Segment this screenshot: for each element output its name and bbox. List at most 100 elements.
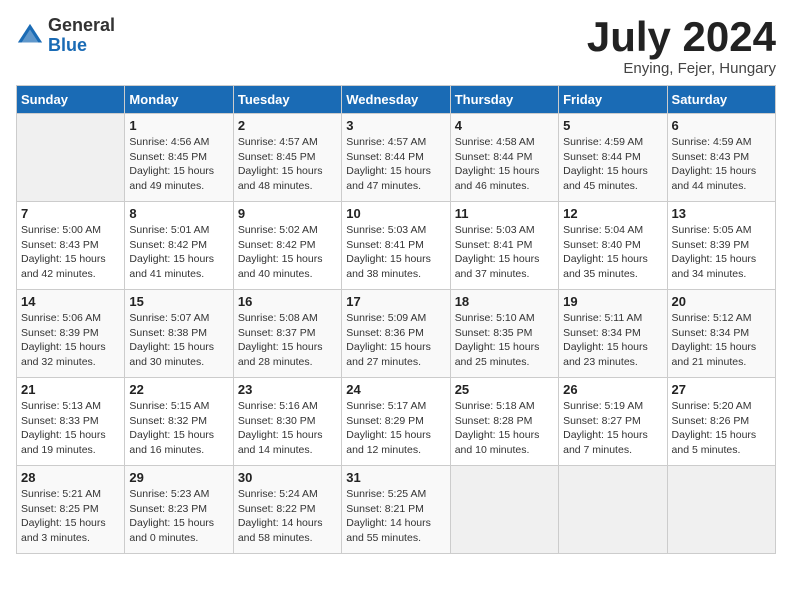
logo-blue: Blue (48, 36, 115, 56)
day-number: 16 (238, 294, 337, 309)
day-number: 29 (129, 470, 228, 485)
day-number: 21 (21, 382, 120, 397)
day-number: 14 (21, 294, 120, 309)
day-cell: 21 Sunrise: 5:13 AMSunset: 8:33 PMDayligh… (17, 378, 125, 466)
calendar-table: SundayMondayTuesdayWednesdayThursdayFrid… (16, 85, 776, 554)
day-number: 4 (455, 118, 554, 133)
day-info: Sunrise: 5:12 AMSunset: 8:34 PMDaylight:… (672, 311, 771, 370)
day-info: Sunrise: 5:01 AMSunset: 8:42 PMDaylight:… (129, 223, 228, 282)
day-info: Sunrise: 5:21 AMSunset: 8:25 PMDaylight:… (21, 487, 120, 546)
day-cell: 16 Sunrise: 5:08 AMSunset: 8:37 PMDayligh… (233, 290, 341, 378)
day-cell: 12Sunrise: 5:04 AMSunset: 8:40 PMDayligh… (559, 202, 667, 290)
day-number: 7 (21, 206, 120, 221)
day-number: 20 (672, 294, 771, 309)
day-cell: 5 Sunrise: 4:59 AMSunset: 8:44 PMDaylight… (559, 114, 667, 202)
day-cell: 20 Sunrise: 5:12 AMSunset: 8:34 PMDayligh… (667, 290, 775, 378)
header-friday: Friday (559, 86, 667, 114)
day-info: Sunrise: 5:03 AMSunset: 8:41 PMDaylight:… (455, 223, 554, 282)
day-number: 8 (129, 206, 228, 221)
day-info: Sunrise: 5:20 AMSunset: 8:26 PMDaylight:… (672, 399, 771, 458)
day-number: 23 (238, 382, 337, 397)
header-wednesday: Wednesday (342, 86, 450, 114)
day-cell: 19Sunrise: 5:11 AMSunset: 8:34 PMDayligh… (559, 290, 667, 378)
day-cell: 22 Sunrise: 5:15 AMSunset: 8:32 PMDayligh… (125, 378, 233, 466)
location: Enying, Fejer, Hungary (587, 60, 776, 77)
day-cell: 10Sunrise: 5:03 AMSunset: 8:41 PMDayligh… (342, 202, 450, 290)
day-cell: 23 Sunrise: 5:16 AMSunset: 8:30 PMDayligh… (233, 378, 341, 466)
day-info: Sunrise: 5:24 AMSunset: 8:22 PMDaylight:… (238, 487, 337, 546)
day-number: 18 (455, 294, 554, 309)
day-cell: 4 Sunrise: 4:58 AMSunset: 8:44 PMDaylight… (450, 114, 558, 202)
day-cell: 13 Sunrise: 5:05 AMSunset: 8:39 PMDayligh… (667, 202, 775, 290)
day-cell: 3 Sunrise: 4:57 AMSunset: 8:44 PMDaylight… (342, 114, 450, 202)
day-number: 12 (563, 206, 662, 221)
header-monday: Monday (125, 86, 233, 114)
week-row-2: 7 Sunrise: 5:00 AMSunset: 8:43 PMDaylight… (17, 202, 776, 290)
day-number: 9 (238, 206, 337, 221)
day-number: 15 (129, 294, 228, 309)
header-saturday: Saturday (667, 86, 775, 114)
day-info: Sunrise: 4:57 AMSunset: 8:44 PMDaylight:… (346, 135, 445, 194)
day-number: 11 (455, 206, 554, 221)
day-cell: 1Sunrise: 4:56 AMSunset: 8:45 PMDaylight… (125, 114, 233, 202)
header-sunday: Sunday (17, 86, 125, 114)
day-info: Sunrise: 5:07 AMSunset: 8:38 PMDaylight:… (129, 311, 228, 370)
calendar-header-row: SundayMondayTuesdayWednesdayThursdayFrid… (17, 86, 776, 114)
day-info: Sunrise: 4:58 AMSunset: 8:44 PMDaylight:… (455, 135, 554, 194)
day-number: 5 (563, 118, 662, 133)
day-cell: 2 Sunrise: 4:57 AMSunset: 8:45 PMDaylight… (233, 114, 341, 202)
day-number: 1 (129, 118, 228, 133)
day-cell (17, 114, 125, 202)
day-info: Sunrise: 5:00 AMSunset: 8:43 PMDaylight:… (21, 223, 120, 282)
day-number: 2 (238, 118, 337, 133)
week-row-3: 14 Sunrise: 5:06 AMSunset: 8:39 PMDayligh… (17, 290, 776, 378)
day-info: Sunrise: 5:15 AMSunset: 8:32 PMDaylight:… (129, 399, 228, 458)
page-header: General Blue July 2024 Enying, Fejer, Hu… (16, 16, 776, 77)
day-number: 31 (346, 470, 445, 485)
day-number: 3 (346, 118, 445, 133)
day-info: Sunrise: 5:25 AMSunset: 8:21 PMDaylight:… (346, 487, 445, 546)
title-area: July 2024 Enying, Fejer, Hungary (587, 16, 776, 77)
day-info: Sunrise: 5:02 AMSunset: 8:42 PMDaylight:… (238, 223, 337, 282)
month-title: July 2024 (587, 16, 776, 58)
day-info: Sunrise: 5:13 AMSunset: 8:33 PMDaylight:… (21, 399, 120, 458)
day-cell: 14 Sunrise: 5:06 AMSunset: 8:39 PMDayligh… (17, 290, 125, 378)
day-number: 10 (346, 206, 445, 221)
day-cell: 17 Sunrise: 5:09 AMSunset: 8:36 PMDayligh… (342, 290, 450, 378)
logo-text: General Blue (48, 16, 115, 56)
day-number: 27 (672, 382, 771, 397)
day-number: 17 (346, 294, 445, 309)
logo: General Blue (16, 16, 115, 56)
day-info: Sunrise: 4:57 AMSunset: 8:45 PMDaylight:… (238, 135, 337, 194)
week-row-1: 1Sunrise: 4:56 AMSunset: 8:45 PMDaylight… (17, 114, 776, 202)
week-row-5: 28 Sunrise: 5:21 AMSunset: 8:25 PMDayligh… (17, 466, 776, 554)
week-row-4: 21 Sunrise: 5:13 AMSunset: 8:33 PMDayligh… (17, 378, 776, 466)
day-number: 28 (21, 470, 120, 485)
day-cell: 7 Sunrise: 5:00 AMSunset: 8:43 PMDaylight… (17, 202, 125, 290)
day-cell: 29 Sunrise: 5:23 AMSunset: 8:23 PMDayligh… (125, 466, 233, 554)
day-info: Sunrise: 5:23 AMSunset: 8:23 PMDaylight:… (129, 487, 228, 546)
logo-general: General (48, 16, 115, 36)
day-info: Sunrise: 5:16 AMSunset: 8:30 PMDaylight:… (238, 399, 337, 458)
day-cell: 18 Sunrise: 5:10 AMSunset: 8:35 PMDayligh… (450, 290, 558, 378)
day-info: Sunrise: 5:10 AMSunset: 8:35 PMDaylight:… (455, 311, 554, 370)
day-info: Sunrise: 5:05 AMSunset: 8:39 PMDaylight:… (672, 223, 771, 282)
day-info: Sunrise: 5:19 AMSunset: 8:27 PMDaylight:… (563, 399, 662, 458)
day-info: Sunrise: 5:18 AMSunset: 8:28 PMDaylight:… (455, 399, 554, 458)
day-number: 25 (455, 382, 554, 397)
day-number: 13 (672, 206, 771, 221)
day-info: Sunrise: 5:08 AMSunset: 8:37 PMDaylight:… (238, 311, 337, 370)
day-number: 6 (672, 118, 771, 133)
day-info: Sunrise: 4:59 AMSunset: 8:44 PMDaylight:… (563, 135, 662, 194)
day-cell: 6Sunrise: 4:59 AMSunset: 8:43 PMDaylight… (667, 114, 775, 202)
day-cell: 30Sunrise: 5:24 AMSunset: 8:22 PMDayligh… (233, 466, 341, 554)
day-number: 26 (563, 382, 662, 397)
day-info: Sunrise: 5:06 AMSunset: 8:39 PMDaylight:… (21, 311, 120, 370)
day-cell (667, 466, 775, 554)
day-info: Sunrise: 5:09 AMSunset: 8:36 PMDaylight:… (346, 311, 445, 370)
day-cell: 31 Sunrise: 5:25 AMSunset: 8:21 PMDayligh… (342, 466, 450, 554)
day-number: 22 (129, 382, 228, 397)
day-cell: 27 Sunrise: 5:20 AMSunset: 8:26 PMDayligh… (667, 378, 775, 466)
day-info: Sunrise: 5:17 AMSunset: 8:29 PMDaylight:… (346, 399, 445, 458)
day-cell: 15 Sunrise: 5:07 AMSunset: 8:38 PMDayligh… (125, 290, 233, 378)
